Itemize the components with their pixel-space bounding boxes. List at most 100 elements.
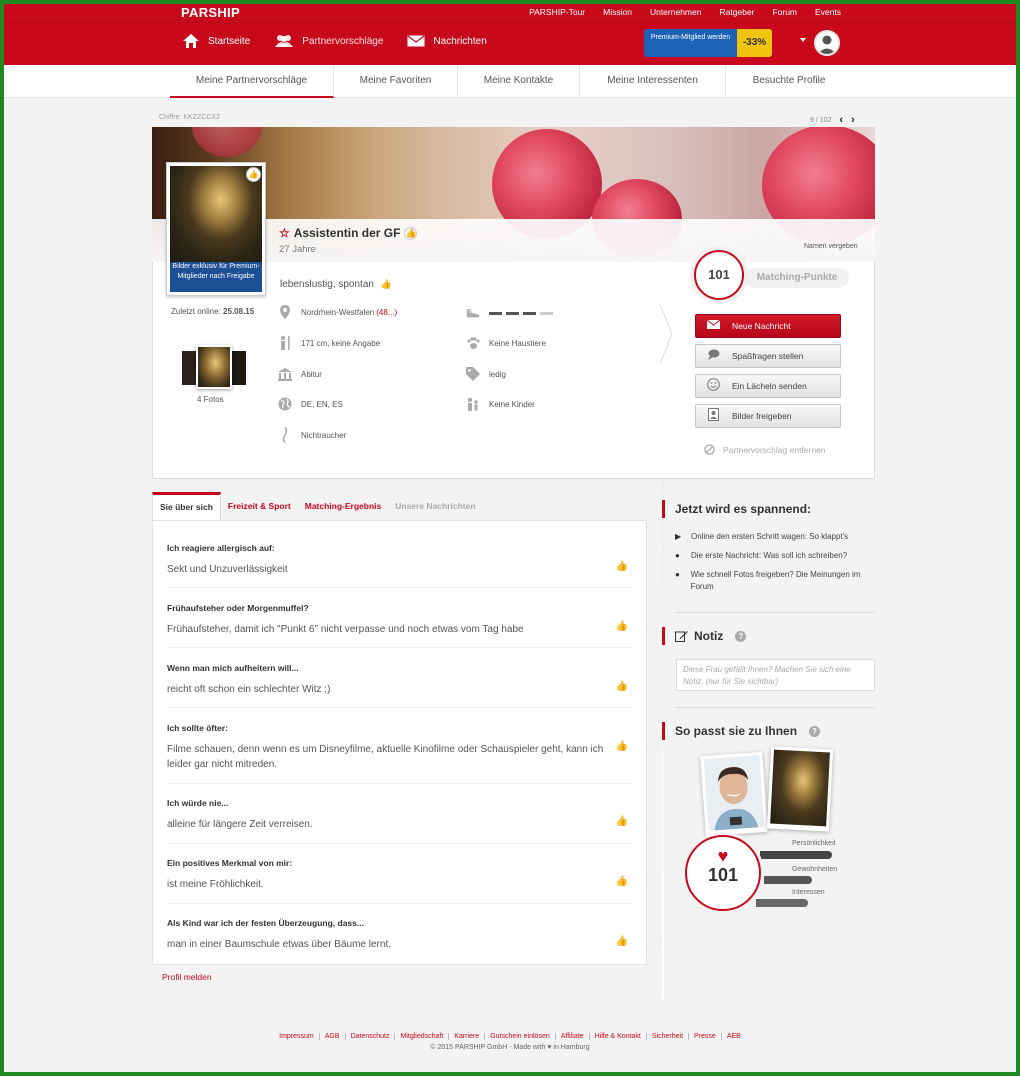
qa-answer: ist meine Fröhlichkeit. xyxy=(167,879,264,890)
note-field[interactable]: Diese Frau gefällt Ihnen? Machen Sie sic… xyxy=(676,659,875,691)
bar-label-interessen: Interessen xyxy=(792,889,825,896)
footer-link[interactable]: Datenschutz xyxy=(344,1033,395,1040)
thumbs-up-icon[interactable]: 👍 xyxy=(616,816,628,827)
send-smile-button[interactable]: Ein Lächeln senden xyxy=(695,374,841,398)
bar-persoenlichkeit xyxy=(760,851,832,859)
page-frame: PARSHIP PARSHIP-Tour Mission Unternehmen… xyxy=(4,4,1016,1072)
thumbs-up-icon[interactable]: 👍 xyxy=(246,167,261,182)
premium-label: Premium-Mitglied werden xyxy=(644,29,737,57)
tip-item[interactable]: ▶ Online den ersten Schritt wagen: So kl… xyxy=(675,531,875,543)
notiz-title: Notiz xyxy=(694,629,724,643)
premium-button[interactable]: Premium-Mitglied werden -33% xyxy=(644,29,772,57)
send-smile-label: Ein Lächeln senden xyxy=(732,381,807,391)
footer-link[interactable]: Sicherheit xyxy=(645,1033,688,1040)
attr-sport xyxy=(466,306,553,320)
envelope-icon xyxy=(407,35,425,47)
thumbs-up-icon[interactable]: 👍 xyxy=(616,681,628,692)
qa-answer: Frühaufsteher, damit ich "Punkt 6" nicht… xyxy=(167,624,524,635)
edit-icon xyxy=(675,631,688,642)
tip-item[interactable]: ● Wie schnell Fotos freigeben? Die Meinu… xyxy=(675,569,875,593)
top-link-forum[interactable]: Forum xyxy=(772,7,797,17)
match-score-circle[interactable]: ♥ 101 xyxy=(685,835,761,911)
tagline: lebenslustig, spontan 👍 xyxy=(280,279,392,290)
star-icon[interactable]: ☆ xyxy=(279,226,290,240)
nav-partnervorschlaege[interactable]: Partnervorschläge xyxy=(274,33,383,49)
thumbs-up-icon[interactable]: 👍 xyxy=(616,621,628,632)
photos-count[interactable]: 4 Fotos xyxy=(197,395,224,404)
children-icon xyxy=(466,397,480,411)
subtab-partnervorschlaege[interactable]: Meine Partnervorschläge xyxy=(170,65,334,98)
top-link-tour[interactable]: PARSHIP-Tour xyxy=(529,7,585,17)
match-score: 101 xyxy=(707,865,739,885)
nav-startseite[interactable]: Startseite xyxy=(182,33,250,49)
footer-link[interactable]: Presse xyxy=(688,1033,721,1040)
thumbs-up-icon[interactable]: 👍 xyxy=(381,279,392,289)
report-profile-link[interactable]: Profil melden xyxy=(162,972,212,982)
help-icon[interactable]: ? xyxy=(809,725,821,737)
thumbs-up-icon[interactable]: 👍 xyxy=(616,876,628,887)
footer: Impressum AGB Datenschutz Mitgliedschaft… xyxy=(4,1033,1016,1051)
top-link-mission[interactable]: Mission xyxy=(603,7,632,17)
footer-link[interactable]: Hilfe & Kontakt xyxy=(588,1033,646,1040)
tab-messages[interactable]: Unsere Nachrichten xyxy=(388,492,482,521)
panel-chevron xyxy=(660,304,673,364)
top-link-events[interactable]: Events xyxy=(815,7,841,17)
help-icon[interactable]: ? xyxy=(735,630,747,642)
tip-text: Wie schnell Fotos freigeben? Die Meinung… xyxy=(690,570,861,591)
namen-vergeben-link[interactable]: Namen vergeben xyxy=(804,243,858,250)
subtab-interessenten[interactable]: Meine Interessenten xyxy=(580,65,726,98)
matching-score[interactable]: 101 xyxy=(694,250,744,300)
avatar[interactable] xyxy=(814,30,840,56)
qa-item: Ein positives Merkmal von mir: ist meine… xyxy=(167,858,633,904)
release-photos-label: Bilder freigeben xyxy=(732,411,792,421)
footer-link[interactable]: AEB xyxy=(720,1033,746,1040)
subtab-kontakte[interactable]: Meine Kontakte xyxy=(458,65,580,98)
subtab-favoriten[interactable]: Meine Favoriten xyxy=(334,65,458,98)
last-online-date: 25.08.15 xyxy=(223,307,255,316)
attr-pets-text: Keine Haustiere xyxy=(489,338,546,348)
qa-question: Als Kind war ich der festen Überzeugung,… xyxy=(167,918,364,928)
footer-link[interactable]: Impressum xyxy=(274,1033,319,1040)
top-link-ratgeber[interactable]: Ratgeber xyxy=(719,7,754,17)
tab-matching[interactable]: Matching-Ergebnis xyxy=(298,492,389,521)
footer-link[interactable]: Karriere xyxy=(448,1033,484,1040)
thumbs-up-icon[interactable]: 👍 xyxy=(404,226,418,240)
attr-location-extra[interactable]: (48...) xyxy=(376,308,397,317)
thumbs-up-icon[interactable]: 👍 xyxy=(616,741,628,752)
photo-thumbnails[interactable] xyxy=(182,345,248,389)
chevron-left-icon[interactable]: ‹ xyxy=(839,114,843,126)
envelope-icon xyxy=(706,319,720,332)
thumbs-up-icon[interactable]: 👍 xyxy=(616,936,628,947)
release-photos-button[interactable]: Bilder freigeben xyxy=(695,404,841,428)
attr-status: ledig xyxy=(466,367,506,381)
man-portrait xyxy=(703,755,765,831)
footer-link[interactable]: Affiliate xyxy=(554,1033,589,1040)
tab-leisure[interactable]: Freizeit & Sport xyxy=(221,492,298,521)
main-nav: Startseite Partnervorschläge Nachrichten xyxy=(182,33,487,49)
attr-height-text: 171 cm, keine Angabe xyxy=(301,338,381,348)
footer-link[interactable]: Gutschein einlösen xyxy=(484,1033,555,1040)
nav-nachrichten[interactable]: Nachrichten xyxy=(407,33,487,49)
top-link-unternehmen[interactable]: Unternehmen xyxy=(650,7,702,17)
chevron-down-icon[interactable] xyxy=(800,38,806,42)
footer-link[interactable]: AGB xyxy=(318,1033,345,1040)
thumbnail xyxy=(182,351,196,385)
last-online-label: Zuletzt online: xyxy=(171,307,221,316)
tagline-text: lebenslustig, spontan xyxy=(280,279,374,290)
tip-item[interactable]: ● Die erste Nachricht: Was soll ich schr… xyxy=(675,550,875,562)
tab-about[interactable]: Sie über sich xyxy=(152,492,221,521)
new-message-button[interactable]: Neue Nachricht xyxy=(695,314,841,338)
chevron-right-icon[interactable]: › xyxy=(851,114,855,126)
footer-link[interactable]: Mitgliedschaft xyxy=(394,1033,448,1040)
profile-photo[interactable]: Bilder exklusiv für Premium-Mitglieder n… xyxy=(166,162,266,296)
footer-links: Impressum AGB Datenschutz Mitgliedschaft… xyxy=(4,1033,1016,1040)
remove-suggestion-link[interactable]: Partnervorschlag entfernen xyxy=(704,444,826,455)
bar-label-persoenlichkeit: Persönlichkeit xyxy=(792,840,836,847)
new-message-label: Neue Nachricht xyxy=(732,321,791,331)
subtab-besuchte-profile[interactable]: Besuchte Profile xyxy=(726,65,852,98)
thumbs-up-icon[interactable]: 👍 xyxy=(616,561,628,572)
logo[interactable]: PARSHIP xyxy=(181,5,240,20)
attr-location-text: Nordrhein-Westfalen xyxy=(301,307,375,317)
fun-questions-button[interactable]: Spaßfragen stellen xyxy=(695,344,841,368)
chiffre: Chiffre: KKZZCCX2 xyxy=(159,114,220,121)
